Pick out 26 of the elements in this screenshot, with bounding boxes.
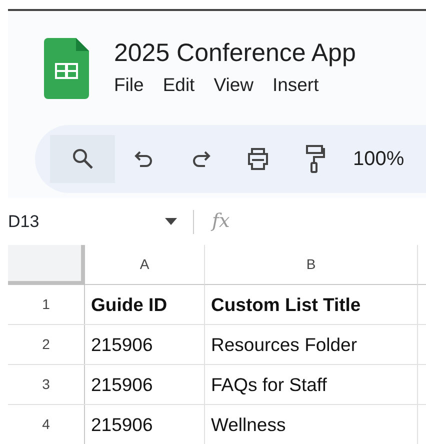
- menu-item[interactable]: Edit: [162, 72, 195, 98]
- column-header[interactable]: B: [205, 245, 418, 285]
- zoom-dropdown[interactable]: 100%: [343, 144, 404, 174]
- undo-icon: [134, 150, 154, 168]
- menu-item[interactable]: File: [114, 72, 144, 98]
- document-title[interactable]: 2025 Conference App: [114, 38, 356, 68]
- paint-roller-icon: [304, 145, 324, 173]
- formula-icon: fx: [212, 207, 230, 236]
- menu-item[interactable]: View: [214, 72, 254, 98]
- column-header[interactable]: A: [85, 245, 205, 285]
- table-cell: 215906: [85, 325, 205, 364]
- table-cell: FAQs for Staff: [205, 365, 418, 404]
- menu-item[interactable]: Insert: [272, 72, 319, 98]
- table-cell: 215906: [85, 405, 205, 444]
- spreadsheet-logo-icon[interactable]: [44, 38, 89, 99]
- table-cell: Custom List Title: [205, 285, 418, 324]
- search-icon: [72, 148, 94, 170]
- search-button[interactable]: [50, 135, 115, 183]
- print-icon: [246, 148, 268, 170]
- table-cell: 215906: [85, 365, 205, 404]
- dropdown-caret-icon[interactable]: [165, 218, 177, 225]
- name-box[interactable]: D13: [8, 208, 165, 234]
- table-cell: Guide ID: [85, 285, 205, 324]
- table-cell: Wellness: [205, 405, 418, 444]
- redo-icon: [190, 150, 210, 168]
- table-cell: Resources Folder: [205, 325, 418, 364]
